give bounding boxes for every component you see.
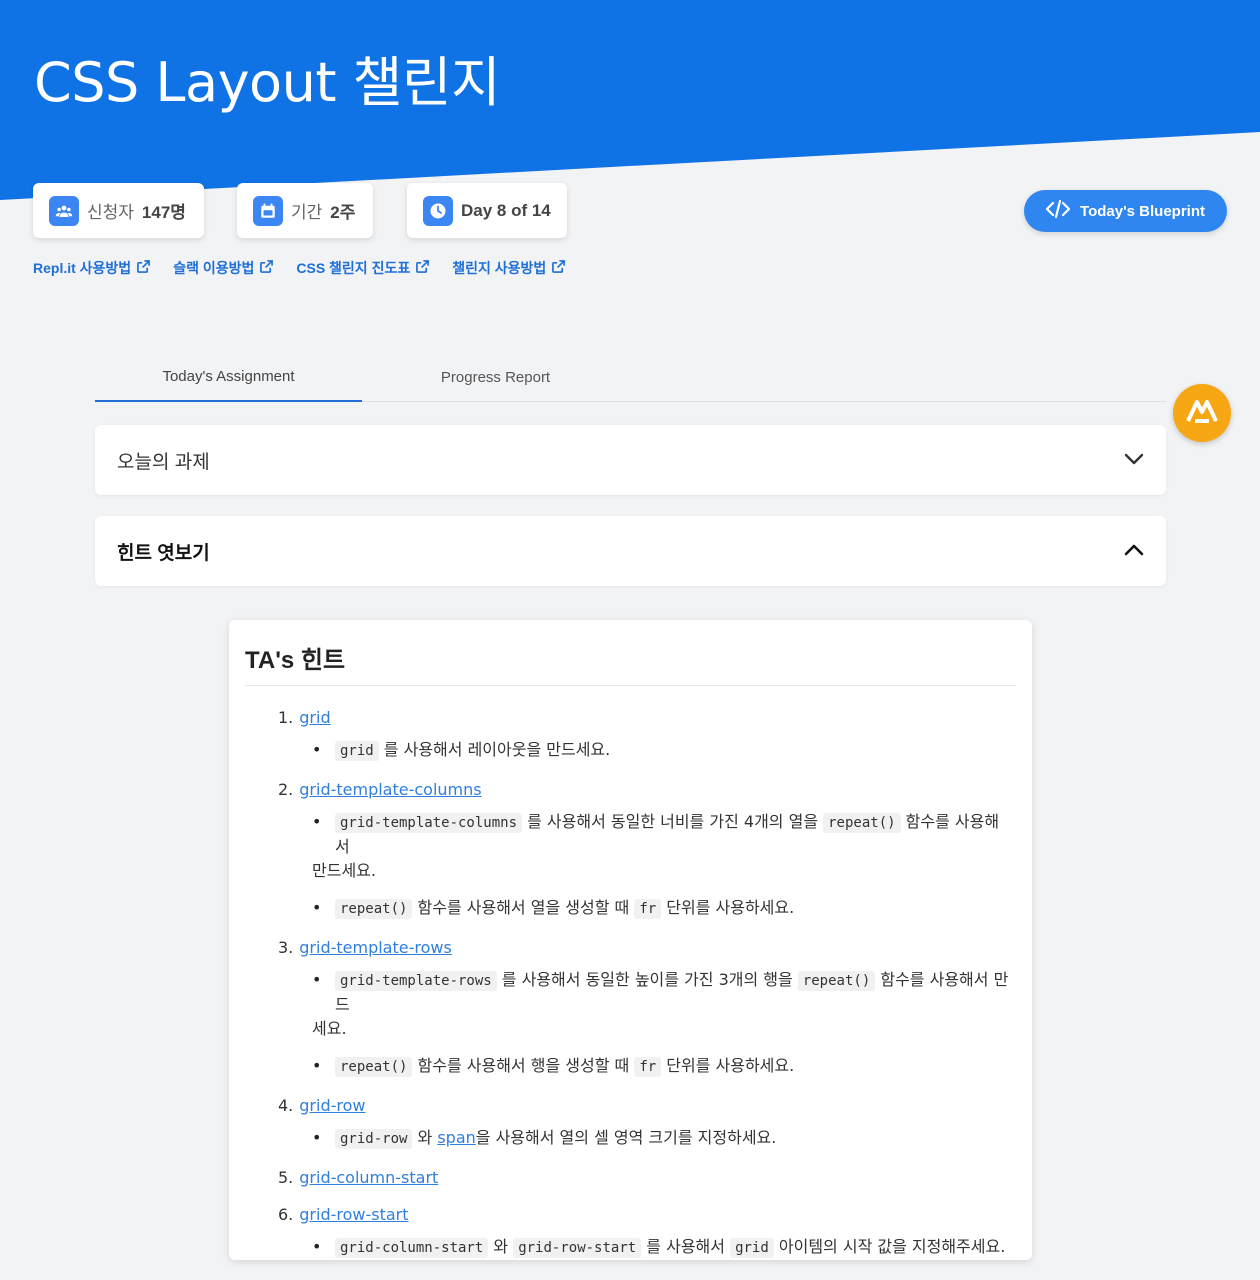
stat-label: 기간 — [291, 203, 323, 222]
link-progress-chart[interactable]: CSS 챌린지 진도표 — [296, 258, 430, 278]
accordion-title: 오늘의 과제 — [117, 451, 210, 473]
stat-value: Day 8 of 14 — [461, 200, 551, 220]
help-links: Repl.it 사용방법 슬랙 이용방법 CSS 챌린지 진도표 챌린지 사용방… — [33, 258, 566, 278]
chat-widget-button[interactable] — [1173, 384, 1231, 442]
todays-blueprint-button[interactable]: Today's Blueprint — [1024, 190, 1227, 232]
blueprint-label: Today's Blueprint — [1080, 202, 1205, 220]
tab-todays-assignment[interactable]: Today's Assignment — [95, 352, 362, 402]
calendar-icon — [253, 195, 283, 226]
hint-detail: grid 를 사용해서 레이아웃을 만드세요. — [245, 738, 1016, 763]
hint-link-grid-row-start[interactable]: grid-row-start — [299, 1205, 408, 1224]
hint-item: 2.grid-template-columns grid-template-co… — [245, 776, 1016, 921]
link-challenge-guide[interactable]: 챌린지 사용방법 — [452, 258, 566, 278]
hint-item: 6.grid-row-start grid-column-start 와 gri… — [245, 1201, 1016, 1260]
external-link-icon — [260, 260, 274, 276]
chat-logo-icon — [1185, 398, 1219, 429]
hint-item: 5. grid-column-start — [278, 1167, 439, 1187]
hint-detail: grid-column-start 와 grid-row-start 를 사용해… — [245, 1235, 1016, 1260]
hint-link-grid-row[interactable]: grid-row — [299, 1096, 365, 1115]
hint-item: 3.grid-template-rows grid-template-rows … — [245, 934, 1016, 1079]
tab-bar: Today's Assignment Progress Report — [95, 352, 1166, 402]
people-icon — [49, 195, 79, 226]
hint-detail: grid-row 와 span을 사용해서 열의 셀 영역 크기를 지정하세요. — [245, 1126, 1016, 1151]
external-link-icon — [137, 260, 151, 276]
chevron-up-icon — [1124, 540, 1144, 562]
accordion-hints[interactable]: 힌트 엿보기 — [95, 516, 1166, 586]
hint-card: TA's 힌트 1.grid grid 를 사용해서 레이아웃을 만드세요. 2… — [229, 620, 1032, 1260]
hint-list: 1.grid grid 를 사용해서 레이아웃을 만드세요. 2.grid-te… — [245, 704, 1016, 1260]
stat-applicants: 신청자 147명 — [33, 183, 204, 238]
page-title: CSS Layout 챌린지 — [34, 51, 501, 114]
link-replit-guide[interactable]: Repl.it 사용방법 — [33, 258, 151, 278]
code-icon — [1045, 199, 1071, 222]
tab-progress-report[interactable]: Progress Report — [362, 352, 629, 402]
hint-card-title: TA's 힌트 — [245, 640, 1016, 686]
hint-link-grid-template-columns[interactable]: grid-template-columns — [299, 780, 481, 799]
hint-link-span[interactable]: span — [437, 1128, 475, 1147]
hint-item: 4.grid-row grid-row 와 span을 사용해서 열의 셀 영역… — [245, 1092, 1016, 1151]
external-link-icon — [552, 260, 566, 276]
accordion-assignment[interactable]: 오늘의 과제 — [95, 425, 1166, 495]
hint-link-grid-template-rows[interactable]: grid-template-rows — [299, 938, 452, 957]
stat-value: 147명 — [141, 203, 186, 222]
stat-value: 2주 — [330, 203, 356, 222]
stat-label: 신청자 — [87, 203, 134, 222]
hint-item: 1.grid grid 를 사용해서 레이아웃을 만드세요. — [245, 704, 1016, 763]
link-slack-guide[interactable]: 슬랙 이용방법 — [173, 258, 274, 278]
hint-detail: repeat() 함수를 사용해서 행을 생성할 때 fr 단위를 사용하세요. — [245, 1054, 1016, 1079]
chevron-down-icon — [1124, 449, 1144, 471]
hint-detail: repeat() 함수를 사용해서 열을 생성할 때 fr 단위를 사용하세요. — [245, 896, 1016, 921]
external-link-icon — [416, 260, 430, 276]
stat-duration: 기간 2주 — [237, 183, 373, 238]
accordion-title: 힌트 엿보기 — [117, 542, 210, 564]
hint-detail: grid-template-columns 를 사용해서 동일한 너비를 가진 … — [245, 810, 1016, 883]
clock-icon — [423, 195, 453, 226]
hint-detail: grid-template-rows 를 사용해서 동일한 높이를 가진 3개의… — [245, 968, 1016, 1041]
hint-link-grid[interactable]: grid — [299, 708, 330, 727]
stat-day-progress: Day 8 of 14 — [407, 183, 567, 238]
hint-link-grid-column-start[interactable]: grid-column-start — [299, 1168, 438, 1187]
